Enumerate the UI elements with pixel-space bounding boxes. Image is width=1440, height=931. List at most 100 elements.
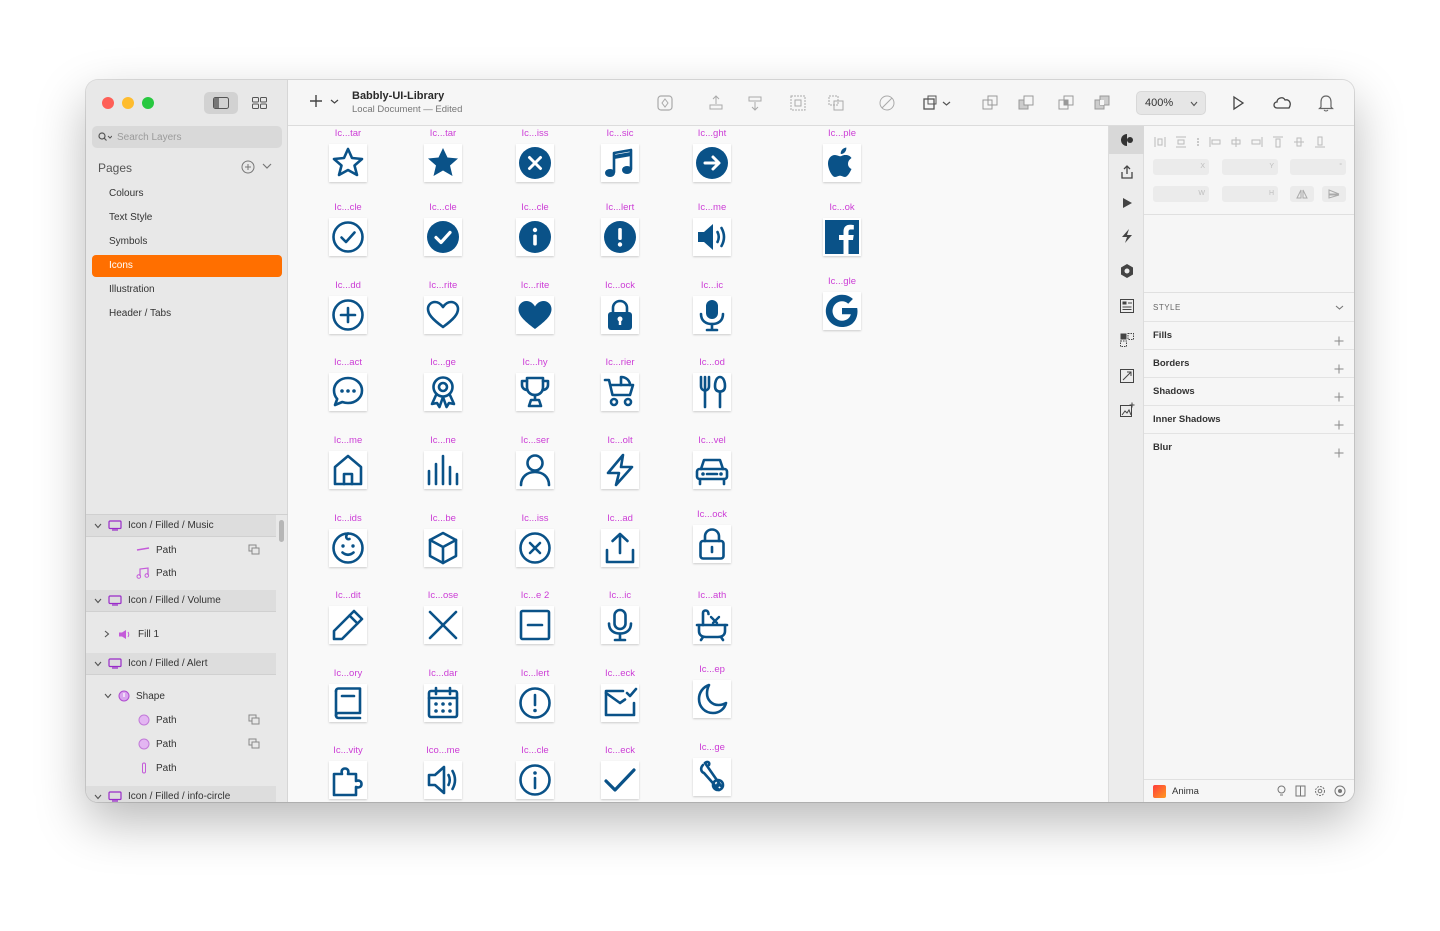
align-top-icon[interactable] bbox=[1272, 136, 1284, 148]
x-field[interactable]: X bbox=[1153, 159, 1209, 175]
icon-artboard[interactable]: Ic...act bbox=[308, 355, 388, 431]
icon-artboard[interactable]: Ic...me bbox=[308, 433, 388, 509]
icon-artboard[interactable]: Ic...ght bbox=[672, 126, 752, 202]
artboard-label[interactable]: Ic...rite bbox=[495, 280, 575, 291]
artboard-label[interactable]: Ic...lert bbox=[580, 202, 660, 213]
icon-artboard[interactable]: Ico...me bbox=[403, 743, 483, 802]
page-item-symbols[interactable]: Symbols bbox=[92, 231, 282, 253]
distribute-vertical-icon[interactable] bbox=[1175, 136, 1187, 148]
icon-artboard[interactable]: Ic...vel bbox=[672, 433, 752, 509]
search-layers-field[interactable]: Search Layers bbox=[92, 126, 282, 148]
align-middle-v-icon[interactable] bbox=[1293, 136, 1305, 148]
tab-images[interactable] bbox=[1109, 396, 1144, 424]
artboard-label[interactable]: Ic...cle bbox=[495, 202, 575, 213]
chevron-down-icon[interactable] bbox=[262, 162, 272, 170]
more-options-icon[interactable] bbox=[1196, 136, 1200, 148]
artboard-label[interactable]: Ic...dar bbox=[403, 668, 483, 679]
artboard-label[interactable]: Ic...tar bbox=[308, 128, 388, 139]
align-right-icon[interactable] bbox=[1251, 136, 1263, 148]
forward-icon[interactable] bbox=[706, 93, 726, 113]
icon-artboard[interactable]: Ic...ep bbox=[672, 662, 752, 738]
artboard-label[interactable]: Ic...od bbox=[672, 357, 752, 368]
chevron-down-icon[interactable] bbox=[94, 523, 104, 529]
alert-circle-outline-icon[interactable] bbox=[516, 684, 554, 722]
artboard-label[interactable]: Ic...ory bbox=[308, 668, 388, 679]
align-center-h-icon[interactable] bbox=[1230, 136, 1242, 148]
difference-icon[interactable] bbox=[1092, 93, 1112, 113]
target-icon[interactable] bbox=[1334, 785, 1346, 797]
artboard-label[interactable]: Ic...tar bbox=[403, 128, 483, 139]
flip-vertical-button[interactable] bbox=[1322, 186, 1346, 202]
settings-gear-icon[interactable] bbox=[1314, 785, 1326, 797]
chevron-down-icon[interactable] bbox=[94, 794, 104, 800]
backward-icon[interactable] bbox=[745, 93, 765, 113]
check-circle-filled-icon[interactable] bbox=[424, 218, 462, 256]
layer-group[interactable]: Icon / Filled / Alert bbox=[86, 653, 276, 675]
components-view-button[interactable] bbox=[246, 92, 272, 114]
layer-item[interactable]: Path bbox=[86, 539, 276, 561]
edit-icon[interactable] bbox=[877, 93, 897, 113]
artboard-label[interactable]: Ic...act bbox=[308, 357, 388, 368]
book-icon[interactable] bbox=[329, 684, 367, 722]
minus-square-icon[interactable] bbox=[516, 606, 554, 644]
icon-artboard[interactable]: Ic...dd bbox=[308, 278, 388, 354]
check-circle-outline-icon[interactable] bbox=[329, 218, 367, 256]
icon-artboard[interactable]: Ic...eck bbox=[580, 743, 660, 802]
volume-outline-icon[interactable] bbox=[424, 761, 462, 799]
artboard-label[interactable]: Ico...me bbox=[403, 745, 483, 756]
artboard-label[interactable]: Ic...hy bbox=[495, 357, 575, 368]
cube-icon[interactable] bbox=[424, 529, 462, 567]
artboard-label[interactable]: Ic...ple bbox=[802, 128, 882, 139]
icon-artboard[interactable]: Ic...cle bbox=[308, 200, 388, 276]
artboard-label[interactable]: Ic...ose bbox=[403, 590, 483, 601]
baby-face-icon[interactable] bbox=[329, 529, 367, 567]
heart-filled-icon[interactable] bbox=[516, 296, 554, 334]
flip-horizontal-button[interactable] bbox=[1290, 186, 1314, 202]
icon-artboard[interactable]: Ic...ple bbox=[802, 126, 882, 202]
icon-artboard[interactable]: Ic...tar bbox=[308, 126, 388, 202]
minimize-window-button[interactable] bbox=[122, 97, 134, 109]
preview-play-icon[interactable] bbox=[1228, 93, 1248, 113]
panel-icon[interactable] bbox=[1295, 785, 1306, 797]
artboard-label[interactable]: Ic...e 2 bbox=[495, 590, 575, 601]
artboard-label[interactable]: Ic...rier bbox=[580, 357, 660, 368]
icon-artboard[interactable]: Ic...ad bbox=[580, 511, 660, 587]
lightbulb-icon[interactable] bbox=[1276, 785, 1287, 797]
notification-bell-icon[interactable] bbox=[1316, 93, 1336, 113]
artboard-label[interactable]: Ic...ic bbox=[672, 280, 752, 291]
artboard-label[interactable]: Ic...eck bbox=[580, 668, 660, 679]
union-icon[interactable] bbox=[980, 93, 1000, 113]
user-icon[interactable] bbox=[516, 451, 554, 489]
layer-item[interactable]: Fill 1 bbox=[86, 623, 276, 645]
icon-artboard[interactable]: Ic...ath bbox=[672, 588, 752, 664]
mail-check-icon[interactable] bbox=[601, 684, 639, 722]
layer-group[interactable]: Icon / Filled / Music bbox=[86, 515, 276, 537]
chevron-right-icon[interactable] bbox=[104, 630, 114, 638]
icon-artboard[interactable]: Ic...rier bbox=[580, 355, 660, 431]
layer-item[interactable]: Shape bbox=[86, 685, 276, 707]
artboard-label[interactable]: Ic...ok bbox=[802, 202, 882, 213]
icon-artboard[interactable]: Ic...iss bbox=[495, 511, 575, 587]
artboard-label[interactable]: Ic...ock bbox=[580, 280, 660, 291]
upload-icon[interactable] bbox=[601, 529, 639, 567]
layer-group[interactable]: Icon / Filled / info-circle bbox=[86, 786, 276, 802]
bar-chart-icon[interactable] bbox=[424, 451, 462, 489]
artboard-label[interactable]: Ic...ep bbox=[672, 664, 752, 675]
style-row-borders[interactable]: Borders bbox=[1144, 349, 1354, 377]
icon-artboard[interactable]: Ic...od bbox=[672, 355, 752, 431]
info-circle-outline-icon[interactable] bbox=[516, 761, 554, 799]
insert-plus-icon[interactable] bbox=[308, 93, 324, 109]
icon-artboard[interactable]: Ic...sic bbox=[580, 126, 660, 202]
star-filled-icon[interactable] bbox=[424, 144, 462, 182]
artboard-label[interactable]: Ic...ne bbox=[403, 435, 483, 446]
intersect-icon[interactable] bbox=[1056, 93, 1076, 113]
icon-artboard[interactable]: Ic...ock bbox=[672, 507, 752, 583]
artboard-label[interactable]: Ic...ght bbox=[672, 128, 752, 139]
page-item-text-style[interactable]: Text Style bbox=[92, 207, 282, 229]
calendar-icon[interactable] bbox=[424, 684, 462, 722]
artboard-label[interactable]: Ic...ath bbox=[672, 590, 752, 601]
icon-artboard[interactable]: Ic...ok bbox=[802, 200, 882, 276]
tab-design[interactable] bbox=[1109, 126, 1144, 154]
icon-artboard[interactable]: Ic...lert bbox=[495, 666, 575, 742]
insert-chevron-icon[interactable] bbox=[330, 98, 339, 105]
